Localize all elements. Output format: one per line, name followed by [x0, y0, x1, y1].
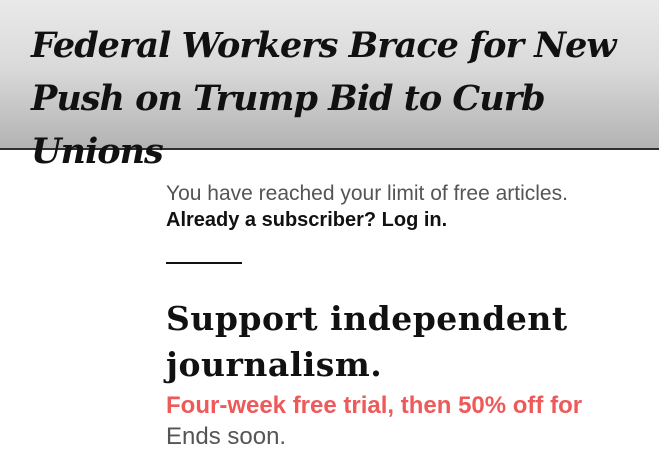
headline-line-1: Federal Workers Brace for New: [31, 25, 617, 66]
log-in-link[interactable]: Log in.: [382, 209, 448, 231]
article-header: Federal Workers Brace for New Push on Tru…: [0, 0, 659, 172]
support-heading-line-2: journalism.: [166, 345, 383, 384]
paywall-panel: You have reached your limit of free arti…: [166, 180, 659, 450]
support-heading-line-1: Support independent: [166, 299, 568, 338]
offer-ends-text: Ends soon.: [166, 423, 287, 450]
article-headline: Federal Workers Brace for New Push on Tru…: [31, 19, 651, 178]
headline-line-2: Push on Trump Bid to Curb Unions: [31, 78, 546, 172]
article-limit-message: You have reached your limit of free arti…: [166, 182, 568, 205]
section-divider: [166, 262, 242, 264]
page: Federal Workers Brace for New Push on Tru…: [0, 0, 659, 450]
subscriber-login-line: Already a subscriber? Log in.: [166, 207, 659, 234]
subscriber-prompt: Already a subscriber?: [166, 209, 377, 231]
trial-offer-text: Four-week free trial, then 50% off for: [166, 392, 583, 419]
support-heading: Support independent journalism.: [166, 296, 659, 388]
